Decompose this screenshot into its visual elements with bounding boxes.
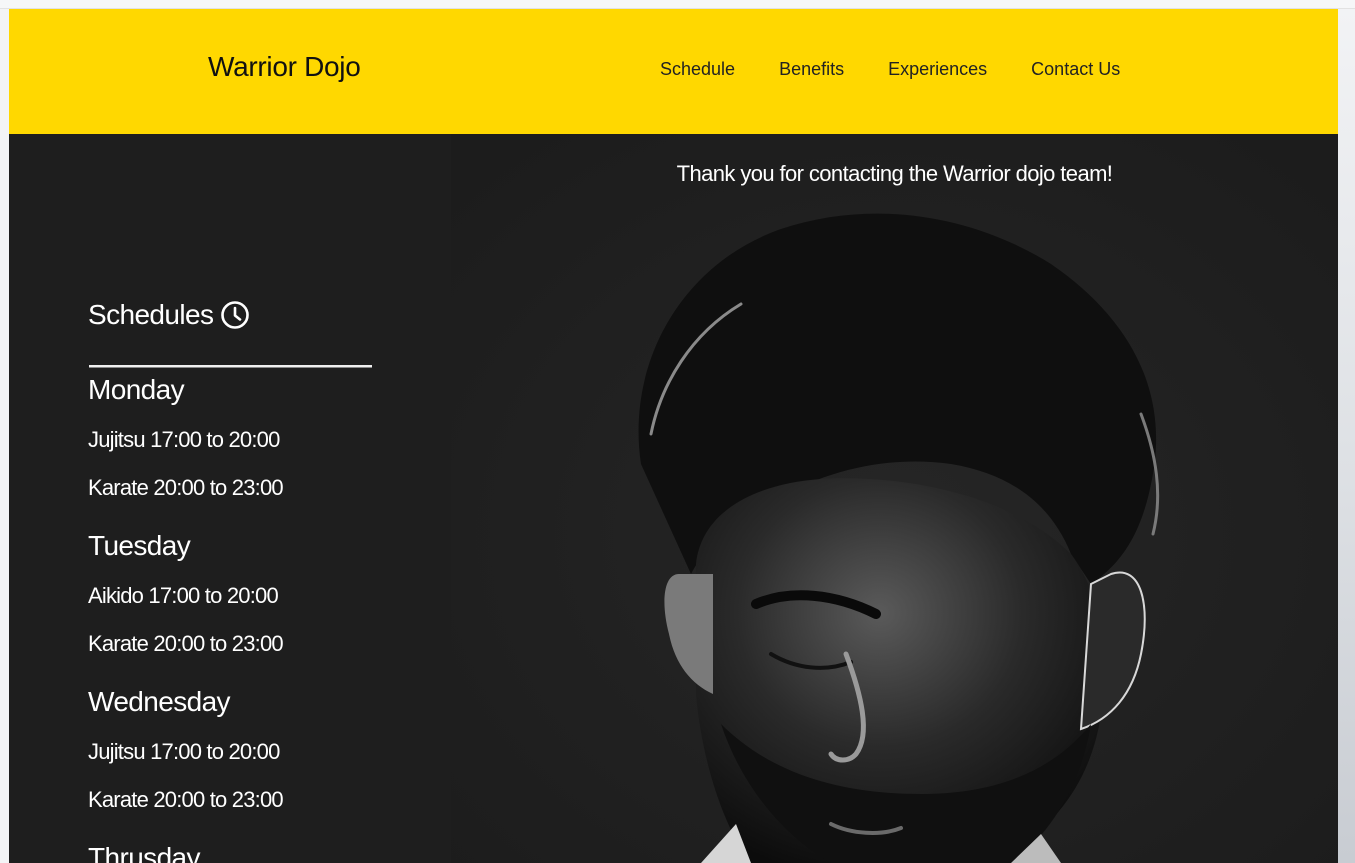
clock-icon bbox=[220, 300, 250, 330]
day-thursday: Thrusday bbox=[88, 841, 201, 863]
navbar: Warrior Dojo Schedule Benefits Experienc… bbox=[9, 9, 1338, 134]
class-entry: Karate 20:00 to 23:00 bbox=[88, 787, 284, 812]
schedule-divider bbox=[89, 365, 372, 368]
day-monday: Monday Jujitsu 17:00 to 20:00 Karate 20:… bbox=[88, 373, 284, 502]
nav-contact-us[interactable]: Contact Us bbox=[1031, 59, 1120, 80]
schedule-heading: Schedules bbox=[88, 299, 250, 331]
schedule-sidebar: Schedules Monday Jujitsu 17:00 to 20:00 … bbox=[9, 134, 451, 863]
brand-logo[interactable]: Warrior Dojo bbox=[208, 51, 361, 83]
site-frame: Warrior Dojo Schedule Benefits Experienc… bbox=[9, 9, 1338, 863]
class-entry: Jujitsu 17:00 to 20:00 bbox=[88, 427, 280, 452]
class-entry: Karate 20:00 to 23:00 bbox=[88, 475, 284, 500]
schedule-title: Schedules bbox=[88, 299, 214, 330]
nav-schedule[interactable]: Schedule bbox=[660, 59, 735, 80]
day-name: Thrusday bbox=[88, 842, 201, 863]
day-name: Wednesday bbox=[88, 686, 231, 717]
day-name: Tuesday bbox=[88, 530, 191, 561]
class-entry: Aikido 17:00 to 20:00 bbox=[88, 583, 279, 608]
class-entry: Jujitsu 17:00 to 20:00 bbox=[88, 739, 280, 764]
nav-experiences[interactable]: Experiences bbox=[888, 59, 987, 80]
page-right-edge bbox=[1338, 9, 1355, 863]
day-tuesday: Tuesday Aikido 17:00 to 20:00 Karate 20:… bbox=[88, 529, 284, 658]
portrait-image bbox=[451, 134, 1338, 863]
nav-benefits[interactable]: Benefits bbox=[779, 59, 844, 80]
day-wednesday: Wednesday Jujitsu 17:00 to 20:00 Karate … bbox=[88, 685, 284, 814]
class-entry: Karate 20:00 to 23:00 bbox=[88, 631, 284, 656]
browser-top-strip bbox=[0, 0, 1355, 9]
hero-section: Thank you for contacting the Warrior doj… bbox=[451, 134, 1338, 863]
thank-you-message: Thank you for contacting the Warrior doj… bbox=[676, 161, 1113, 186]
day-name: Monday bbox=[88, 374, 185, 405]
main-nav: Schedule Benefits Experiences Contact Us bbox=[660, 59, 1120, 80]
